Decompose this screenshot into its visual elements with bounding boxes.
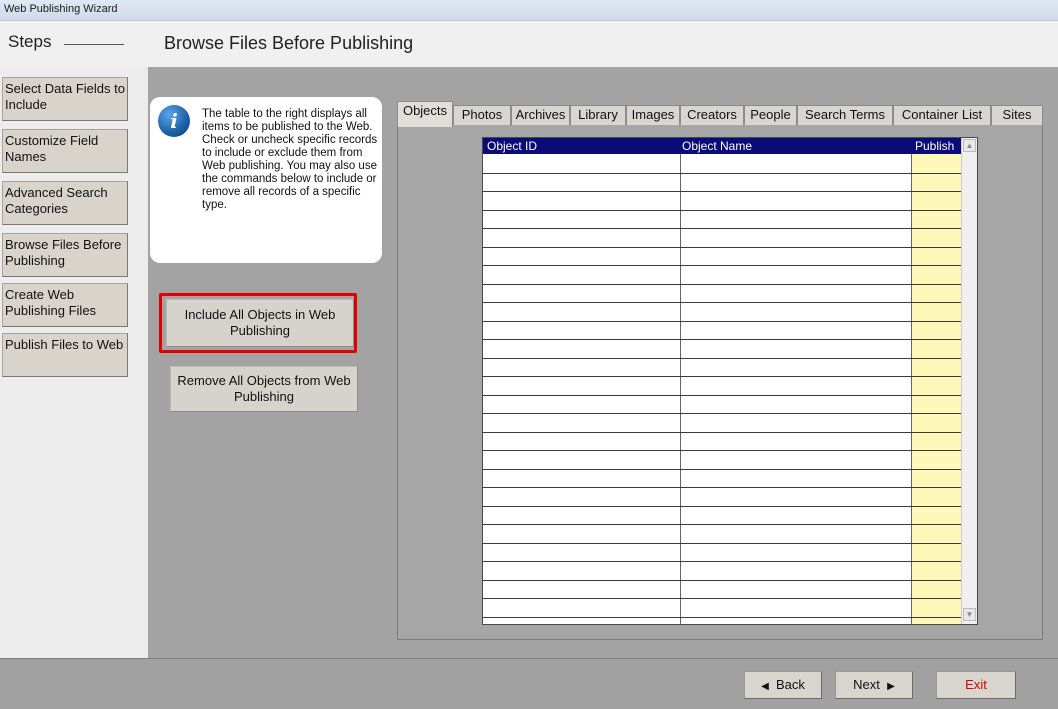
objects-table[interactable]: Object ID Object Name Publish ▲ ▼ (482, 137, 978, 625)
table-header: Object ID Object Name Publish (483, 138, 977, 154)
window-title: Web Publishing Wizard (4, 3, 118, 15)
table-row (483, 210, 961, 211)
table-row (483, 450, 961, 451)
table-row (483, 506, 961, 507)
exit-button[interactable]: Exit (936, 671, 1016, 699)
step-browse-files[interactable]: Browse Files Before Publishing (2, 233, 128, 277)
next-button[interactable]: Next ▶ (835, 671, 913, 699)
steps-divider (64, 44, 124, 45)
table-row (483, 247, 961, 248)
column-divider (680, 154, 681, 624)
column-header-publish[interactable]: Publish (915, 138, 954, 154)
table-row (483, 432, 961, 433)
table-row (483, 469, 961, 470)
table-row (483, 598, 961, 599)
step-create-web-publishing-files[interactable]: Create Web Publishing Files (2, 283, 128, 327)
tab-people[interactable]: People (744, 105, 797, 125)
table-row (483, 524, 961, 525)
table-row (483, 617, 961, 618)
table-row (483, 376, 961, 377)
window-titlebar: Web Publishing Wizard (0, 0, 1058, 21)
info-icon: i (158, 105, 190, 137)
tab-container-list[interactable]: Container List (893, 105, 991, 125)
tab-library[interactable]: Library (570, 105, 626, 125)
table-row (483, 561, 961, 562)
table-row (483, 265, 961, 266)
table-row (483, 302, 961, 303)
back-arrow-icon: ◀ (761, 681, 769, 692)
table-row (483, 413, 961, 414)
tab-images[interactable]: Images (626, 105, 680, 125)
steps-label: Steps (8, 32, 52, 51)
tab-objects[interactable]: Objects (397, 101, 453, 127)
tab-creators[interactable]: Creators (680, 105, 744, 125)
scroll-down-icon[interactable]: ▼ (963, 608, 976, 621)
table-row (483, 487, 961, 488)
table-row (483, 228, 961, 229)
main-panel: i The table to the right displays all it… (148, 67, 1058, 658)
steps-sidebar: Select Data Fields to Include Customize … (0, 67, 148, 658)
scroll-up-icon[interactable]: ▲ (963, 139, 976, 152)
table-row (483, 395, 961, 396)
back-label: Back (776, 677, 805, 692)
table-row (483, 191, 961, 192)
step-advanced-search-categories[interactable]: Advanced Search Categories (2, 181, 128, 225)
column-divider (911, 154, 912, 624)
publish-column-fill (912, 154, 961, 624)
table-row (483, 543, 961, 544)
info-box: i The table to the right displays all it… (150, 97, 382, 263)
table-row (483, 339, 961, 340)
exit-label: Exit (965, 677, 987, 692)
table-row (483, 284, 961, 285)
next-label: Next (853, 677, 880, 692)
step-select-data-fields[interactable]: Select Data Fields to Include (2, 77, 128, 121)
column-header-object-name[interactable]: Object Name (682, 138, 752, 154)
step-publish-files-to-web[interactable]: Publish Files to Web (2, 333, 128, 377)
column-header-object-id[interactable]: Object ID (487, 138, 537, 154)
table-scrollbar[interactable]: ▲ ▼ (961, 138, 977, 624)
steps-header: Steps (0, 21, 148, 67)
table-row (483, 321, 961, 322)
tab-sites[interactable]: Sites (991, 105, 1043, 125)
table-row (483, 580, 961, 581)
info-text: The table to the right displays all item… (202, 108, 378, 211)
step-customize-field-names[interactable]: Customize Field Names (2, 129, 128, 173)
back-button[interactable]: ◀ Back (744, 671, 822, 699)
table-row (483, 173, 961, 174)
remove-all-objects-button[interactable]: Remove All Objects from Web Publishing (170, 366, 358, 412)
wizard-footer: ◀ Back Next ▶ Exit (0, 658, 1058, 709)
include-all-objects-button[interactable]: Include All Objects in Web Publishing (166, 299, 354, 347)
page-header: Browse Files Before Publishing (148, 21, 1058, 67)
tab-search-terms[interactable]: Search Terms (797, 105, 893, 125)
page-title: Browse Files Before Publishing (164, 33, 414, 53)
next-arrow-icon: ▶ (887, 681, 895, 692)
table-row (483, 358, 961, 359)
tab-archives[interactable]: Archives (511, 105, 570, 125)
tab-photos[interactable]: Photos (453, 105, 511, 125)
